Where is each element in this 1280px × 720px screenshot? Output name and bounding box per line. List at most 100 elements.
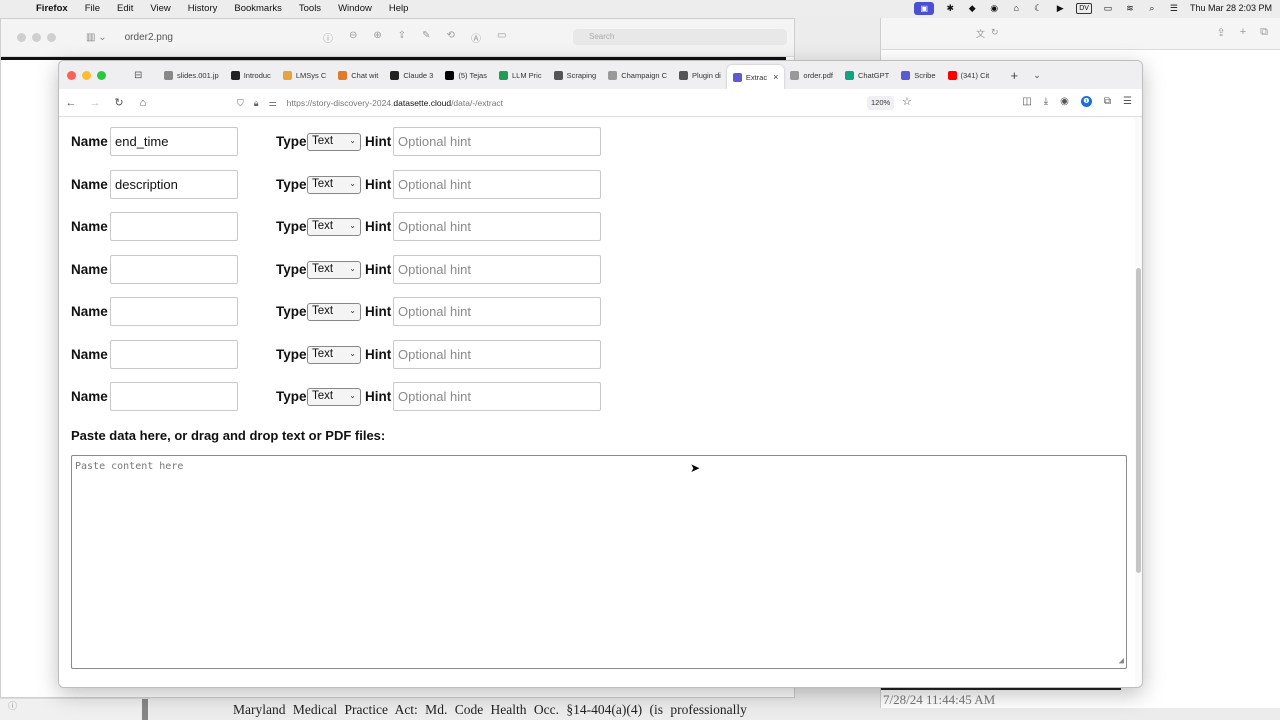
tab-9[interactable]: Plugin di <box>673 61 727 89</box>
hint-input[interactable]: Optional hint <box>393 170 601 199</box>
zoom-in-icon[interactable]: ⊕ <box>373 30 381 45</box>
type-select[interactable]: Text ⌄ <box>307 218 361 236</box>
tab-14[interactable]: (341) Cit <box>942 61 996 89</box>
onepassword-menubar-icon[interactable]: ◉ <box>988 3 1000 13</box>
minimize-window-button[interactable] <box>82 70 91 80</box>
forward-button[interactable]: → <box>83 97 107 109</box>
type-select[interactable]: Text ⌄ <box>307 303 361 321</box>
dropbox-icon[interactable]: ◆ <box>966 3 978 13</box>
hint-input[interactable]: Optional hint <box>393 212 601 241</box>
tab-6[interactable]: LLM Pric <box>493 61 548 89</box>
play-icon[interactable]: ▶ <box>1054 3 1066 13</box>
tab-1[interactable]: Introduc <box>225 61 277 89</box>
pocket-icon[interactable]: ◫ <box>1022 96 1031 107</box>
preview-search-field[interactable]: Search <box>573 29 787 45</box>
paste-content-textarea[interactable]: Paste content here ◢ <box>71 455 1127 669</box>
hint-input[interactable]: Optional hint <box>393 297 601 326</box>
menu-help[interactable]: Help <box>389 3 409 14</box>
bartender-icon[interactable]: ⌂ <box>1010 3 1022 13</box>
menu-window[interactable]: Window <box>338 3 372 14</box>
zoom-window-button[interactable] <box>97 70 106 80</box>
name-input[interactable] <box>110 255 238 284</box>
extension-icon[interactable]: ✱ <box>944 3 956 13</box>
name-input[interactable]: description <box>110 170 238 199</box>
hint-input[interactable]: Optional hint <box>393 127 601 156</box>
battery-icon[interactable]: ▭ <box>1102 3 1114 13</box>
new-tab-button[interactable]: + <box>1005 68 1023 83</box>
annotate-icon[interactable]: Ⓐ <box>471 30 481 45</box>
close-tab-icon[interactable]: × <box>773 72 778 82</box>
name-input[interactable] <box>110 340 238 369</box>
tracking-protection-icon[interactable]: ⛉ <box>237 98 244 109</box>
home-button[interactable]: ⌂ <box>131 97 155 109</box>
tab-2[interactable]: LMSys C <box>277 61 332 89</box>
menu-history[interactable]: History <box>188 3 218 14</box>
type-select[interactable]: Text ⌄ <box>307 261 361 279</box>
wifi-icon[interactable]: ≋ <box>1124 3 1136 13</box>
tab-4[interactable]: Claude 3 <box>384 61 439 89</box>
night-mode-icon[interactable]: ☾ <box>1032 3 1044 13</box>
vertical-scrollbar[interactable] <box>1135 118 1142 687</box>
translate-icon[interactable]: 文 <box>976 27 985 40</box>
menu-file[interactable]: File <box>85 3 100 14</box>
tab-11[interactable]: order.pdf <box>784 61 839 89</box>
tab-10[interactable]: Extrac × <box>726 65 785 89</box>
back-button[interactable]: ← <box>59 97 83 109</box>
share-icon[interactable]: ⇪ <box>398 30 406 45</box>
form-icon[interactable]: ▭ <box>497 30 506 45</box>
tab-12[interactable]: ChatGPT <box>839 61 895 89</box>
hamburger-menu-icon[interactable]: ☰ <box>1123 96 1132 107</box>
close-window-button[interactable] <box>67 70 76 80</box>
hint-input[interactable]: Optional hint <box>393 255 601 284</box>
name-input[interactable] <box>110 297 238 326</box>
url-bar[interactable]: ⛉ 🔒︎ ⚌ https://story-discovery-2024. data… <box>237 94 917 112</box>
onepassword-icon[interactable]: ❶ <box>1080 96 1092 107</box>
name-input[interactable] <box>110 382 238 411</box>
info-icon[interactable]: ⓘ <box>323 30 333 45</box>
scrollbar-thumb[interactable] <box>1136 268 1141 573</box>
tab-0[interactable]: slides.001.jp <box>158 61 225 89</box>
firefox-view-icon[interactable]: ⊟ <box>134 70 150 81</box>
sidebar-toggle-icon[interactable]: ▥ ⌄ <box>86 32 107 43</box>
downloads-icon[interactable]: ⤓ <box>1044 96 1048 107</box>
tab-8[interactable]: Champaign C <box>602 61 673 89</box>
lock-icon[interactable]: 🔒︎ <box>254 98 259 109</box>
menu-tools[interactable]: Tools <box>299 3 321 14</box>
account-icon[interactable]: ◉ <box>1060 96 1069 107</box>
share-icon-right[interactable]: ⇪ <box>1216 26 1225 39</box>
menu-edit[interactable]: Edit <box>117 3 133 14</box>
menu-view[interactable]: View <box>150 3 170 14</box>
hint-input[interactable]: Optional hint <box>393 382 601 411</box>
name-input[interactable]: end_time <box>110 127 238 156</box>
textarea-resize-handle[interactable]: ◢ <box>1119 656 1124 666</box>
control-center-icon[interactable]: ☰ <box>1168 3 1180 13</box>
markup-icon[interactable]: ✎ <box>422 30 430 45</box>
menu-app-firefox[interactable]: Firefox <box>36 3 68 14</box>
type-select[interactable]: Text ⌄ <box>307 176 361 194</box>
type-select[interactable]: Text ⌄ <box>307 133 361 151</box>
plus-icon[interactable]: + <box>1240 26 1246 39</box>
tab-5[interactable]: (5) Tejas <box>439 61 493 89</box>
type-select[interactable]: Text ⌄ <box>307 346 361 364</box>
zoom-level-badge[interactable]: 120% <box>867 96 895 110</box>
type-select[interactable]: Text ⌄ <box>307 388 361 406</box>
dv-badge[interactable]: DV <box>1076 2 1092 14</box>
reload-button[interactable]: ↻ <box>107 96 131 109</box>
menubar-clock[interactable]: Thu Mar 28 2:03 PM <box>1190 3 1272 13</box>
hint-input[interactable]: Optional hint <box>393 340 601 369</box>
zoom-out-icon[interactable]: ⊖ <box>349 30 357 45</box>
bookmark-star-icon[interactable]: ☆ <box>902 95 912 108</box>
reload-icon[interactable]: ↻ <box>991 27 999 40</box>
tab-7[interactable]: Scraping <box>548 61 603 89</box>
extensions-icon[interactable]: ⧉ <box>1104 96 1111 107</box>
permissions-icon[interactable]: ⚌ <box>269 98 277 109</box>
spotlight-icon[interactable]: ⌕ <box>1146 3 1158 13</box>
screen-record-icon[interactable]: ▣ <box>914 1 935 15</box>
tab-13[interactable]: Scribe <box>895 61 941 89</box>
name-input[interactable] <box>110 212 238 241</box>
list-all-tabs-icon[interactable]: ⌄ <box>1033 70 1041 81</box>
rotate-icon[interactable]: ⟲ <box>447 30 455 45</box>
tab-3[interactable]: Chat wit <box>332 61 384 89</box>
tabs-overview-icon[interactable]: ⧉ <box>1260 26 1268 39</box>
menu-bookmarks[interactable]: Bookmarks <box>234 3 282 14</box>
